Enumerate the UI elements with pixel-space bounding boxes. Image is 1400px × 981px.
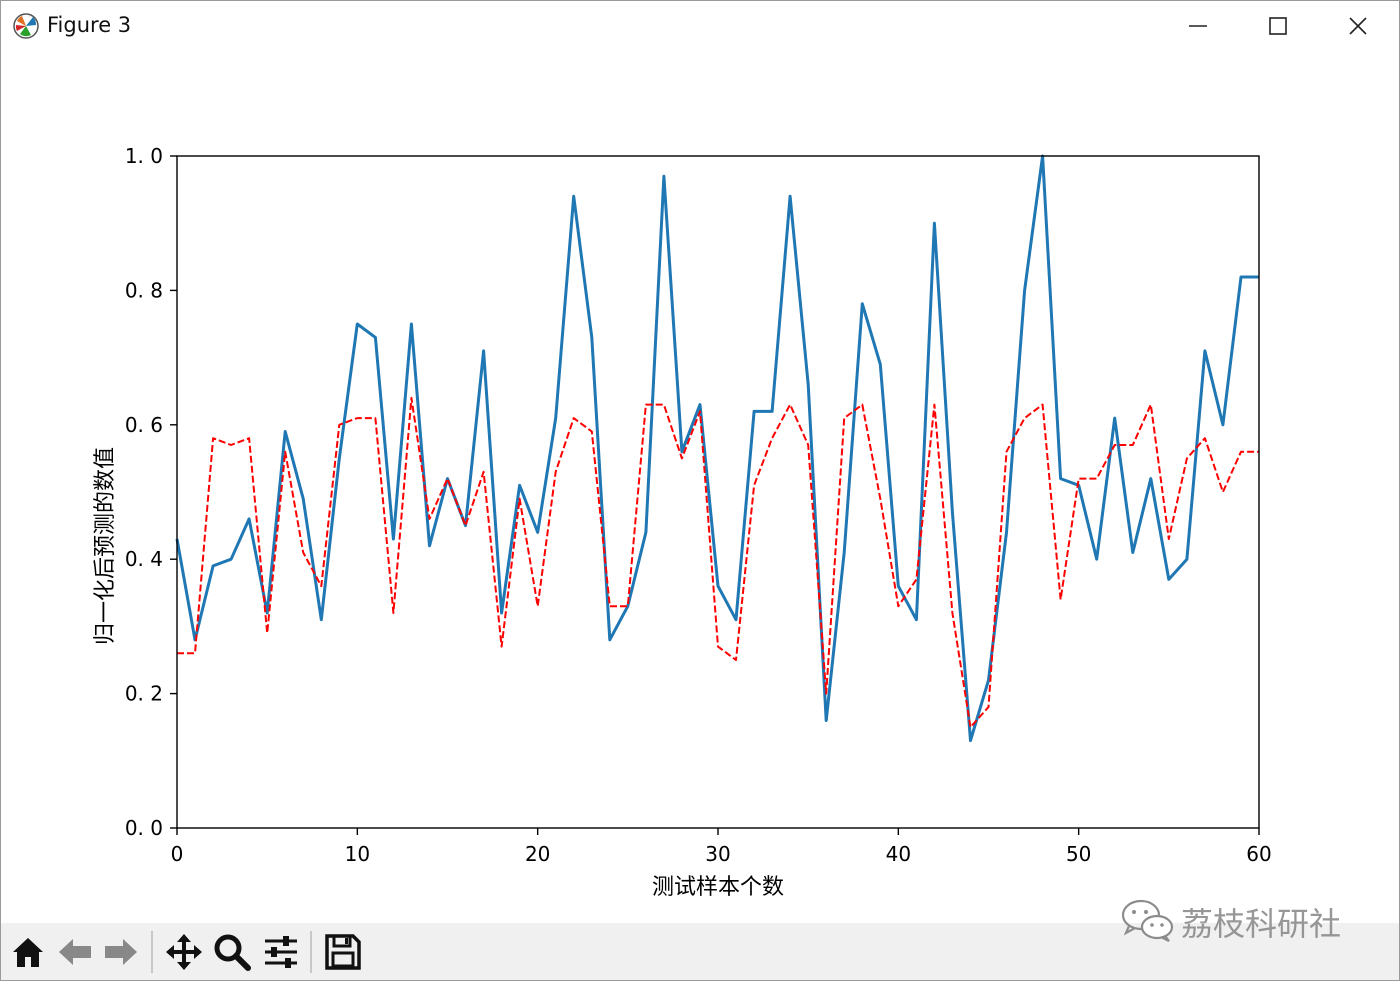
series-layer — [175, 154, 1259, 743]
x-axis-label: 测试样本个数 — [652, 875, 784, 900]
x-tick-label: 50 — [1066, 842, 1091, 866]
series-line-1 — [175, 154, 1259, 743]
x-tick-label: 30 — [705, 842, 730, 866]
wechat-icon — [1121, 899, 1174, 942]
watermark: 荔枝科研社 — [1119, 895, 1379, 945]
x-axis-ticks: 0 10 20 30 40 50 60 — [171, 828, 1272, 866]
y-tick-label: 0. 0 — [125, 816, 163, 840]
figure-canvas[interactable]: 0 10 20 30 40 50 60 0. 0 0. 2 0. 4 0. 6 0. 8 1. 0 测… — [1, 51, 1399, 923]
y-tick-label: 0. 2 — [125, 682, 163, 706]
x-tick-label: 60 — [1246, 842, 1271, 866]
x-tick-label: 10 — [345, 842, 370, 866]
line-chart: 0 10 20 30 40 50 60 0. 0 0. 2 0. 4 0. 6 0. 8 1. 0 测… — [93, 144, 1272, 900]
pan-icon — [166, 934, 202, 970]
home-button[interactable] — [6, 929, 50, 975]
zoom-icon — [214, 934, 251, 971]
y-tick-label: 0. 8 — [125, 278, 163, 302]
title-bar[interactable]: Figure 3 — [1, 1, 1399, 51]
forward-icon — [105, 939, 137, 965]
axes-frame — [176, 155, 1260, 829]
minimize-button[interactable] — [1158, 1, 1238, 51]
y-axis-label: 归一化后预测的数值 — [93, 447, 118, 645]
close-icon — [1349, 17, 1367, 35]
zoom-button[interactable] — [210, 929, 254, 975]
maximize-icon — [1269, 17, 1287, 35]
close-button[interactable] — [1318, 1, 1398, 51]
maximize-button[interactable] — [1238, 1, 1318, 51]
forward-button[interactable] — [99, 929, 143, 975]
back-button[interactable] — [53, 929, 97, 975]
y-tick-label: 0. 6 — [125, 413, 163, 437]
window-title: Figure 3 — [47, 13, 132, 37]
home-icon — [13, 938, 43, 967]
matplotlib-app-icon — [13, 13, 39, 39]
minimize-icon — [1189, 25, 1207, 27]
x-tick-label: 20 — [525, 842, 550, 866]
back-icon — [59, 939, 91, 965]
pan-button[interactable] — [162, 929, 206, 975]
x-tick-label: 40 — [886, 842, 911, 866]
x-tick-label: 0 — [171, 842, 184, 866]
toolbar-separator — [310, 931, 312, 973]
save-icon — [325, 934, 361, 970]
configure-subplots-button[interactable] — [259, 929, 303, 975]
y-tick-label: 1. 0 — [125, 144, 163, 168]
figure-window: Figure 3 0 10 20 30 40 50 60 0. 0 0. 2 0. 4 0. 60… — [0, 0, 1400, 981]
y-tick-label: 0. 4 — [125, 547, 163, 571]
save-button[interactable] — [321, 929, 365, 975]
watermark-text: 荔枝科研社 — [1181, 905, 1342, 943]
y-axis-ticks: 0. 0 0. 2 0. 4 0. 6 0. 8 1. 0 — [125, 144, 177, 840]
configure-subplots-icon — [265, 936, 297, 968]
toolbar-separator — [151, 931, 153, 973]
